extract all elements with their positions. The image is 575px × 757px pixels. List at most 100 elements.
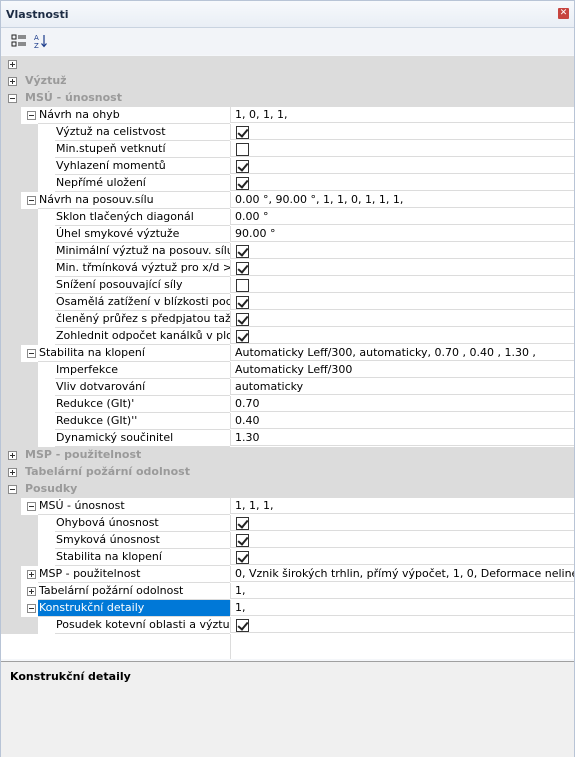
checkbox-checked[interactable]: [236, 177, 249, 190]
checkbox-checked[interactable]: [236, 126, 249, 139]
property-value[interactable]: 1,: [230, 583, 574, 599]
close-icon[interactable]: ✕: [558, 8, 569, 19]
property-row[interactable]: Vliv dotvarování automaticky: [1, 379, 574, 396]
collapse-icon[interactable]: [27, 111, 36, 120]
property-row[interactable]: Osamělá zatížení v blízkosti pod...: [1, 294, 574, 311]
checkbox-checked[interactable]: [236, 619, 249, 632]
row-gutter: [1, 192, 21, 209]
category-row[interactable]: [1, 56, 574, 73]
property-value[interactable]: 1, 1, 1,: [230, 498, 574, 514]
category-row[interactable]: MSP - použitelnost: [1, 447, 574, 464]
categorized-view-icon[interactable]: [10, 32, 28, 50]
property-value[interactable]: 1,: [230, 600, 574, 616]
group-row[interactable]: Stabilita na klopení Automaticky Leff/300…: [1, 345, 574, 362]
property-row[interactable]: Dynamický součinitel 1.30: [1, 430, 574, 447]
title-bar: Vlastnosti ✕: [1, 1, 574, 28]
category-row[interactable]: MSÚ - únosnost: [1, 90, 574, 107]
property-value[interactable]: Automaticky Leff/300: [230, 362, 574, 378]
property-value[interactable]: 0.00 °: [230, 209, 574, 225]
row-gutter: [1, 549, 38, 566]
collapse-icon[interactable]: [27, 196, 36, 205]
group-row[interactable]: Tabelární požární odolnost 1,: [1, 583, 574, 600]
property-value[interactable]: [230, 124, 574, 140]
checkbox-unchecked[interactable]: [236, 279, 249, 292]
category-row[interactable]: Výztuž: [1, 73, 574, 90]
property-row[interactable]: Redukce (GIt)' 0.70: [1, 396, 574, 413]
property-value[interactable]: Automaticky Leff/300, automaticky, 0.70 …: [230, 345, 574, 361]
property-value[interactable]: [230, 175, 574, 191]
checkbox-checked[interactable]: [236, 245, 249, 258]
sort-alphabetical-icon[interactable]: A Z: [32, 32, 50, 50]
expand-icon[interactable]: [8, 60, 17, 69]
checkbox-checked[interactable]: [236, 262, 249, 275]
checkbox-checked[interactable]: [236, 551, 249, 564]
property-value[interactable]: [230, 277, 574, 293]
group-row[interactable]: Konstrukční detaily 1,: [1, 600, 574, 617]
property-value[interactable]: [230, 141, 574, 157]
collapse-icon[interactable]: [8, 485, 17, 494]
checkbox-checked[interactable]: [236, 296, 249, 309]
property-row[interactable]: Min.stupeň vetknutí: [1, 141, 574, 158]
property-label: Redukce (GIt)': [55, 396, 230, 413]
property-row[interactable]: Redukce (GIt)'' 0.40: [1, 413, 574, 430]
expand-icon[interactable]: [8, 468, 17, 477]
property-value[interactable]: [230, 243, 574, 259]
property-row[interactable]: Vyhlazení momentů: [1, 158, 574, 175]
group-row[interactable]: MSP - použitelnost 0, Vznik širokých trhl…: [1, 566, 574, 583]
row-gutter: [1, 209, 38, 226]
property-row[interactable]: Min. třmínková výztuž pro x/d > ...: [1, 260, 574, 277]
checkbox-checked[interactable]: [236, 313, 249, 326]
property-row[interactable]: Úhel smykové výztuže 90.00 °: [1, 226, 574, 243]
property-value[interactable]: [230, 294, 574, 310]
property-value[interactable]: [230, 328, 574, 344]
row-gutter: [1, 600, 21, 617]
category-label: Posudky: [25, 481, 565, 497]
property-value[interactable]: 0.70: [230, 396, 574, 412]
group-row[interactable]: MSÚ - únosnost 1, 1, 1,: [1, 498, 574, 515]
collapse-icon[interactable]: [27, 349, 36, 358]
group-row[interactable]: Návrh na posouv.sílu 0.00 °, 90.00 °, 1, …: [1, 192, 574, 209]
property-value[interactable]: [230, 617, 574, 633]
checkbox-checked[interactable]: [236, 160, 249, 173]
property-value[interactable]: [230, 311, 574, 327]
checkbox-checked[interactable]: [236, 517, 249, 530]
property-value[interactable]: [230, 158, 574, 174]
property-row[interactable]: Nepřímé uložení: [1, 175, 574, 192]
property-value[interactable]: [230, 532, 574, 548]
property-value[interactable]: 0, Vznik širokých trhlin, přímý výpočet,…: [230, 566, 574, 582]
checkbox-checked[interactable]: [236, 534, 249, 547]
property-value[interactable]: [230, 515, 574, 531]
toolbar: A Z: [1, 28, 574, 55]
expand-icon[interactable]: [27, 570, 36, 579]
property-row[interactable]: Posudek kotevní oblasti a výztuž...: [1, 617, 574, 634]
property-row[interactable]: Snížení posouvající síly: [1, 277, 574, 294]
property-row[interactable]: Smyková únosnost: [1, 532, 574, 549]
checkbox-unchecked[interactable]: [236, 143, 249, 156]
property-value[interactable]: 0.00 °, 90.00 °, 1, 1, 0, 1, 1, 1,: [230, 192, 574, 208]
category-row[interactable]: Tabelární požární odolnost: [1, 464, 574, 481]
property-row[interactable]: Sklon tlačených diagonál 0.00 °: [1, 209, 574, 226]
expand-icon[interactable]: [8, 451, 17, 460]
property-value[interactable]: 1.30: [230, 430, 574, 446]
property-row[interactable]: Stabilita na klopení: [1, 549, 574, 566]
property-value[interactable]: 0.40: [230, 413, 574, 429]
collapse-icon[interactable]: [27, 604, 36, 613]
group-row[interactable]: Návrh na ohyb 1, 0, 1, 1,: [1, 107, 574, 124]
collapse-icon[interactable]: [27, 502, 36, 511]
property-row[interactable]: Imperfekce Automaticky Leff/300: [1, 362, 574, 379]
expand-icon[interactable]: [27, 587, 36, 596]
property-row[interactable]: Minimální výztuž na posouv. sílu: [1, 243, 574, 260]
collapse-icon[interactable]: [8, 94, 17, 103]
property-value[interactable]: 1, 0, 1, 1,: [230, 107, 574, 123]
property-value[interactable]: [230, 260, 574, 276]
property-row[interactable]: Výztuž na celistvost: [1, 124, 574, 141]
property-value[interactable]: [230, 549, 574, 565]
property-row[interactable]: Ohybová únosnost: [1, 515, 574, 532]
expand-icon[interactable]: [8, 77, 17, 86]
checkbox-checked[interactable]: [236, 330, 249, 343]
property-value[interactable]: automaticky: [230, 379, 574, 395]
category-row[interactable]: Posudky: [1, 481, 574, 498]
property-row[interactable]: členěný průřez s předpjatou taže...: [1, 311, 574, 328]
property-value[interactable]: 90.00 °: [230, 226, 574, 242]
property-row[interactable]: Zohlednit odpočet kanálků v plo...: [1, 328, 574, 345]
